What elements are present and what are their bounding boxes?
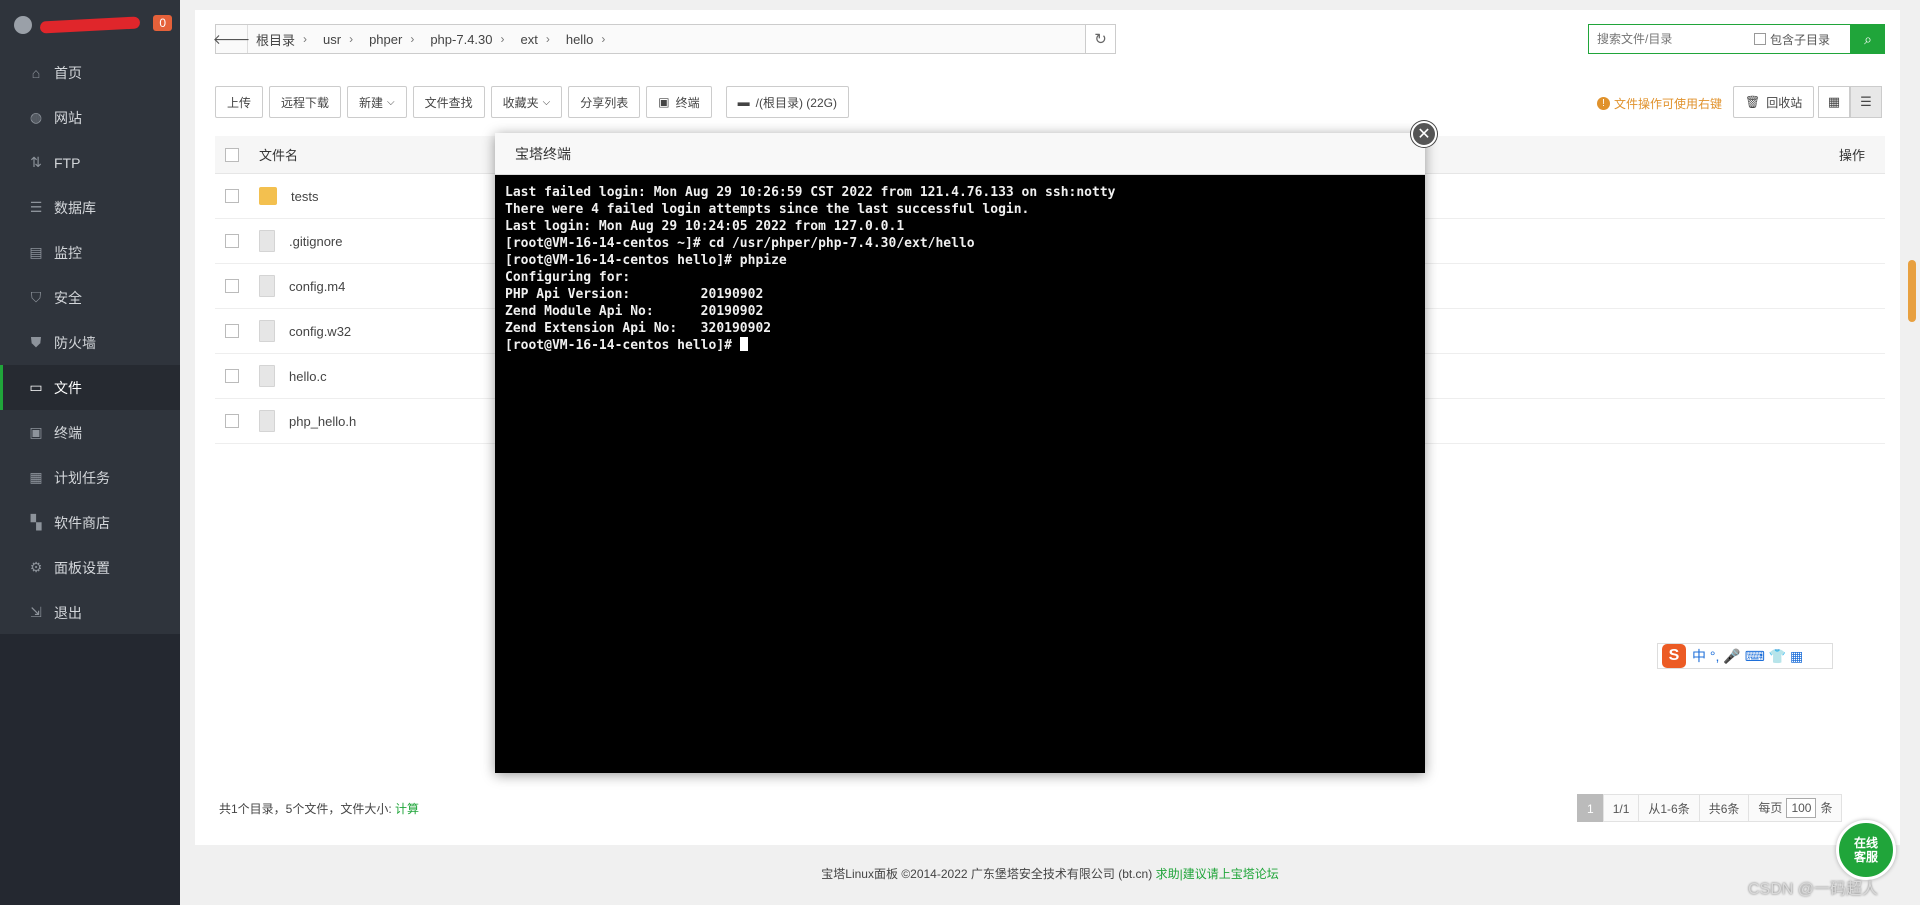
ime-toolbar[interactable]: S 中 °, 🎤 ⌨ 👕 ▦ (1657, 643, 1833, 669)
terminal-modal: 宝塔终端 ✕ Last failed login: Mon Aug 29 10:… (495, 121, 1437, 773)
terminal-line: PHP Api Version: 20190902 (505, 287, 764, 302)
terminal-prompt-line: [root@VM-16-14-centos hello]# (505, 337, 1415, 354)
modal-header: 宝塔终端 (495, 133, 1425, 175)
modal-title: 宝塔终端 (515, 145, 571, 162)
terminal-line: [root@VM-16-14-centos ~]# cd /usr/phper/… (505, 236, 975, 251)
close-icon[interactable]: ✕ (1411, 121, 1437, 147)
terminal-cursor (739, 337, 748, 351)
terminal-line: Configuring for: (505, 270, 631, 285)
terminal-line: Zend Module Api No: 20190902 (505, 304, 764, 319)
online-support-button[interactable]: 在线 客服 (1836, 820, 1896, 880)
ime-status: 中 °, 🎤 ⌨ 👕 ▦ (1692, 648, 1804, 664)
chat-line-1: 在线 (1853, 836, 1878, 850)
terminal-line: Last failed login: Mon Aug 29 10:26:59 C… (505, 185, 1116, 200)
watermark: CSDN @一码超人 (1748, 881, 1879, 898)
chat-line-2: 客服 (1853, 850, 1878, 864)
terminal-line: There were 4 failed login attempts since… (505, 202, 1030, 217)
terminal-line: Zend Extension Api No: 320190902 (505, 321, 772, 336)
terminal-prompt: [root@VM-16-14-centos hello]# (505, 338, 740, 353)
terminal-line: Last login: Mon Aug 29 10:24:05 2022 fro… (505, 219, 905, 234)
sogou-logo-icon: S (1662, 644, 1686, 668)
terminal-line: [root@VM-16-14-centos hello]# phpize (505, 253, 787, 268)
terminal-output[interactable]: Last failed login: Mon Aug 29 10:26:59 C… (495, 175, 1425, 363)
